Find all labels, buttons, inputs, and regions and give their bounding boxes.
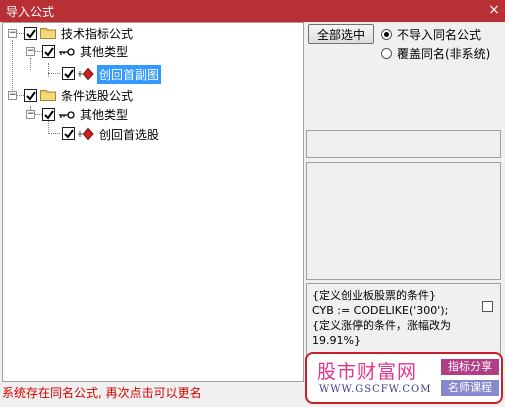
window-title: 导入公式 [6, 5, 55, 19]
tree-line [35, 114, 42, 115]
tree-expander[interactable]: − [8, 91, 17, 100]
option-overwrite-same-name[interactable]: 覆盖同名(非系统) [381, 45, 490, 62]
radio-button[interactable] [381, 29, 392, 40]
tree-node-label[interactable]: 其他类型 [80, 43, 128, 60]
code-line: CYB := CODELIKE('300'); [312, 304, 449, 317]
tree-checkbox[interactable] [24, 27, 37, 40]
code-line: {定义涨停的条件，涨幅改为 [312, 319, 451, 332]
select-all-button[interactable]: 全部选中 [308, 24, 374, 44]
formula-icon [78, 68, 94, 80]
code-line: 19.91%} [312, 334, 361, 347]
tree-node-label[interactable]: 条件选股公式 [61, 87, 133, 104]
tree-node-label[interactable]: 创回首选股 [99, 126, 159, 143]
option-skip-same-name[interactable]: 不导入同名公式 [381, 26, 481, 43]
tree-checkbox[interactable] [42, 45, 55, 58]
description-box [306, 162, 501, 280]
tree-line [17, 33, 24, 34]
option-label: 覆盖同名(非系统) [397, 47, 491, 61]
tree-checkbox[interactable] [62, 127, 75, 140]
folder-icon [40, 28, 56, 39]
tree-expander[interactable]: − [26, 47, 35, 56]
close-icon[interactable]: × [485, 1, 503, 20]
tree-line [48, 73, 60, 74]
tree-expander[interactable]: − [26, 110, 35, 119]
option-label: 不导入同名公式 [397, 28, 482, 42]
tree-node-label[interactable]: 其他类型 [80, 106, 128, 123]
title-bar: 导入公式 × [0, 0, 505, 22]
status-message: 系统存在同名公式, 再次点击可以更名 [2, 386, 202, 400]
code-line: {定义创业板股票的条件} [312, 289, 436, 302]
tree-line [35, 51, 42, 52]
radio-button[interactable] [381, 48, 392, 59]
info-box [306, 130, 501, 158]
watermark-url: WWW.GSCFW.COM [319, 384, 432, 395]
key-icon [59, 111, 75, 119]
tree-line [48, 133, 60, 134]
watermark-tag: 名师课程 [441, 380, 499, 396]
import-formula-dialog: 导入公式 × − 技术指标公式 − 其他类型 创回首副图 − 条件选股公式 − … [0, 0, 505, 407]
tree-checkbox[interactable] [24, 89, 37, 102]
folder-icon [40, 90, 56, 101]
watermark-logo: 股市财富网 WWW.GSCFW.COM 指标分享 名师课程 [305, 352, 503, 404]
watermark-brand: 股市财富网 [317, 361, 418, 383]
watermark-tag: 指标分享 [441, 359, 499, 375]
tree-node-label-selected[interactable]: 创回首副图 [97, 65, 162, 84]
tree-node-label[interactable]: 技术指标公式 [61, 25, 133, 42]
tree-line [30, 58, 31, 70]
tree-line [48, 63, 49, 77]
key-icon [59, 48, 75, 56]
tree-expander[interactable]: − [8, 29, 17, 38]
formula-code: {定义创业板股票的条件} CYB := CODELIKE('300'); {定义… [312, 288, 487, 348]
tree-line [12, 40, 13, 96]
tree-line [17, 95, 24, 96]
formula-icon [78, 128, 94, 140]
formula-tree[interactable]: − 技术指标公式 − 其他类型 创回首副图 − 条件选股公式 − 其他类型 创回… [2, 22, 304, 382]
tree-checkbox[interactable] [62, 67, 75, 80]
preview-checkbox[interactable] [482, 301, 493, 312]
tree-checkbox[interactable] [42, 108, 55, 121]
